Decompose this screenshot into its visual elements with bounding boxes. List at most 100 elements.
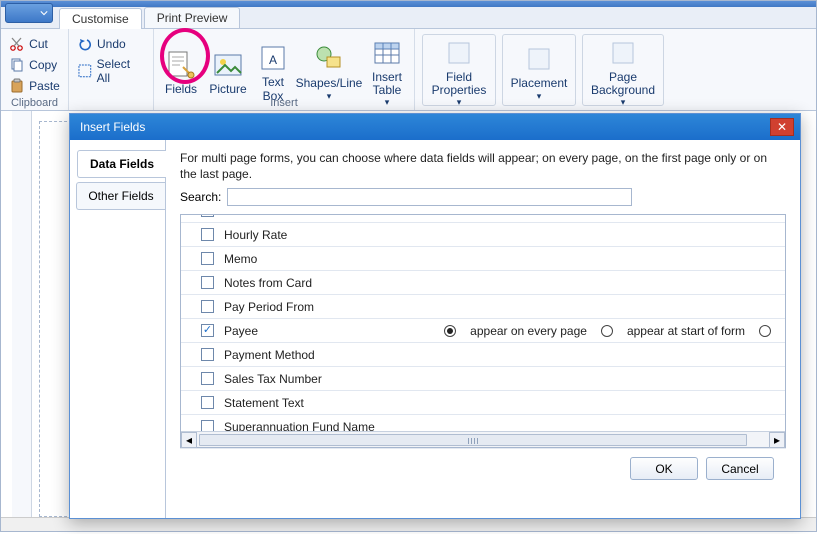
paste-button[interactable]: Paste — [7, 77, 62, 95]
table-icon — [371, 37, 403, 69]
ribbon: Cut Copy Paste Clipboard — [1, 29, 816, 111]
field-name: Superannuation Fund Name — [224, 420, 777, 432]
insert-table-button[interactable]: Insert Table ▾ — [364, 36, 410, 104]
checkbox[interactable] — [201, 300, 214, 313]
copy-button[interactable]: Copy — [7, 56, 62, 74]
list-item[interactable]: Notes from Card — [181, 271, 785, 295]
group-edit: Undo Select All — [69, 29, 153, 110]
fields-label: Fields — [165, 83, 197, 96]
svg-text:A: A — [269, 53, 277, 67]
field-properties-icon — [443, 37, 475, 69]
list-item[interactable]: Payeeappear on every pageappear at start… — [181, 319, 785, 343]
placement-label: Placement — [511, 77, 568, 90]
radio-trailing[interactable] — [759, 325, 771, 337]
list-item[interactable]: Payment Method — [181, 343, 785, 367]
list-item[interactable] — [181, 215, 785, 223]
list-item[interactable]: Statement Text — [181, 391, 785, 415]
page-background-label: Page Background — [591, 71, 655, 97]
field-name: Sales Tax Number — [224, 372, 777, 386]
field-name: Memo — [224, 252, 777, 266]
picture-button[interactable]: Picture — [204, 36, 252, 104]
picture-icon — [212, 49, 244, 81]
list-item[interactable]: Hourly Rate — [181, 223, 785, 247]
insert-table-label: Insert Table — [372, 71, 402, 97]
list-horizontal-scrollbar[interactable]: ◂ ▸ — [181, 431, 785, 447]
field-name: Notes from Card — [224, 276, 777, 290]
fields-button[interactable]: Fields — [158, 36, 204, 104]
field-properties-button[interactable]: Field Properties ▾ — [422, 34, 496, 106]
scroll-grip-icon — [468, 438, 478, 444]
cut-button[interactable]: Cut — [7, 35, 62, 53]
tab-other-fields[interactable]: Other Fields — [76, 182, 165, 210]
search-label: Search: — [180, 190, 221, 204]
field-properties-label: Field Properties — [432, 71, 487, 97]
scroll-thumb[interactable] — [199, 434, 747, 446]
dialog-title: Insert Fields — [80, 120, 145, 134]
dialog-titlebar[interactable]: Insert Fields ✕ — [70, 114, 800, 140]
checkbox[interactable] — [201, 372, 214, 385]
undo-icon — [77, 36, 93, 52]
scissors-icon — [9, 36, 25, 52]
group-insert: Fields Picture A Text Box — [154, 29, 415, 110]
tab-print-preview[interactable]: Print Preview — [144, 7, 241, 28]
close-button[interactable]: ✕ — [770, 118, 794, 136]
tab-data-fields[interactable]: Data Fields — [77, 150, 166, 178]
checkbox[interactable] — [201, 420, 214, 431]
chevron-down-icon: ▾ — [457, 97, 462, 108]
select-all-button[interactable]: Select All — [75, 56, 147, 86]
dialog-main-pane: For multi page forms, you can choose whe… — [165, 140, 800, 518]
insert-group-label: Insert — [154, 97, 414, 109]
appear-options: appear on every pageappear at start of f… — [444, 324, 777, 338]
list-item[interactable]: Superannuation Fund Name — [181, 415, 785, 431]
page-background-icon — [607, 37, 639, 69]
undo-button[interactable]: Undo — [75, 35, 147, 53]
paste-label: Paste — [29, 79, 60, 93]
checkbox[interactable] — [201, 324, 214, 337]
group-properties: Field Properties ▾ Placement ▾ Page Back… — [415, 29, 671, 110]
chevron-down-icon: ▾ — [621, 97, 626, 108]
list-item[interactable]: Sales Tax Number — [181, 367, 785, 391]
insert-fields-dialog: Insert Fields ✕ Data Fields Other Fields… — [69, 113, 801, 519]
radio-start-of-form[interactable] — [601, 325, 613, 337]
vertical-ruler — [12, 111, 32, 531]
search-input[interactable] — [227, 188, 632, 206]
cut-label: Cut — [29, 37, 48, 51]
radio-every-page[interactable] — [444, 325, 456, 337]
checkbox[interactable] — [201, 396, 214, 409]
shapes-line-button[interactable]: Shapes/Line ▾ — [294, 36, 364, 104]
placement-button[interactable]: Placement ▾ — [502, 34, 576, 106]
select-all-icon — [77, 63, 93, 79]
text-box-button[interactable]: A Text Box — [252, 36, 294, 104]
checkbox[interactable] — [201, 276, 214, 289]
field-name: Pay Period From — [224, 300, 777, 314]
checkbox[interactable] — [201, 228, 214, 241]
clipboard-group-label: Clipboard — [1, 97, 68, 109]
ribbon-tabstrip: Customise Print Preview — [1, 7, 816, 29]
side-tabs: Data Fields Other Fields — [70, 140, 165, 518]
checkbox[interactable] — [201, 252, 214, 265]
chevron-down-icon: ▾ — [537, 91, 542, 102]
ok-button[interactable]: OK — [630, 457, 698, 480]
menu-dropdown-button[interactable] — [5, 3, 53, 23]
tab-customise[interactable]: Customise — [59, 8, 142, 29]
select-all-label: Select All — [97, 57, 145, 85]
cancel-button[interactable]: Cancel — [706, 457, 774, 480]
scroll-right-button[interactable]: ▸ — [769, 432, 785, 448]
dialog-footer: OK Cancel — [180, 448, 786, 490]
paste-icon — [9, 78, 25, 94]
list-item[interactable]: Memo — [181, 247, 785, 271]
fields-list-scroll[interactable]: Hourly Rate Memo Notes from Card Pay Period… — [181, 215, 785, 431]
scroll-left-button[interactable]: ◂ — [181, 432, 197, 448]
picture-label: Picture — [209, 83, 246, 96]
page-background-button[interactable]: Page Background ▾ — [582, 34, 664, 106]
copy-label: Copy — [29, 58, 57, 72]
checkbox[interactable] — [201, 215, 214, 217]
fields-icon — [165, 49, 197, 81]
list-item[interactable]: Pay Period From — [181, 295, 785, 319]
scroll-track[interactable] — [197, 433, 769, 447]
copy-icon — [9, 57, 25, 73]
horizontal-scrollbar[interactable] — [1, 517, 816, 531]
dialog-description: For multi page forms, you can choose whe… — [180, 150, 786, 182]
checkbox[interactable] — [201, 348, 214, 361]
radio-start-of-form-label: appear at start of form — [627, 324, 745, 338]
